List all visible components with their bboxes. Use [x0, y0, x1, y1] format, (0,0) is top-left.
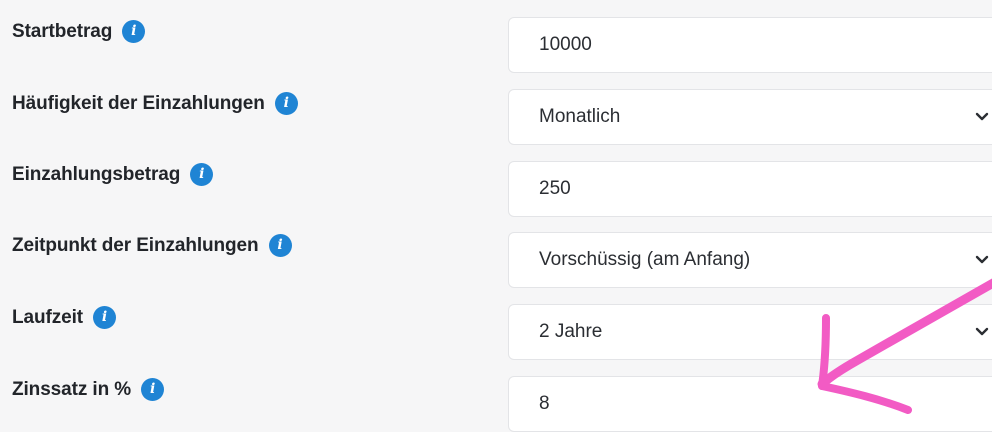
haeufigkeit-label: Häufigkeit der Einzahlungen i	[12, 92, 298, 115]
laufzeit-select[interactable]: 2 Jahre	[508, 304, 992, 360]
startbetrag-value: 10000	[539, 34, 592, 55]
info-icon[interactable]: i	[274, 92, 298, 115]
haeufigkeit-select[interactable]: Monatlich	[508, 89, 992, 145]
chevron-down-icon	[975, 255, 989, 264]
zeitpunkt-label: Zeitpunkt der Einzahlungen i	[12, 234, 292, 257]
startbetrag-label: Startbetrag i	[12, 20, 146, 43]
zinssatz-value: 8	[539, 393, 550, 414]
zeitpunkt-select[interactable]: Vorschüssig (am Anfang)	[508, 232, 992, 288]
einzahlungsbetrag-input[interactable]: 250	[508, 161, 992, 217]
einzahlungsbetrag-label: Einzahlungsbetrag i	[12, 163, 214, 186]
info-icon[interactable]: i	[92, 306, 116, 329]
einzahlungsbetrag-value: 250	[539, 178, 571, 199]
laufzeit-selected-value: 2 Jahre	[539, 321, 603, 342]
chevron-down-icon	[975, 327, 989, 336]
info-icon[interactable]: i	[268, 234, 292, 257]
zinssatz-label: Zinssatz in % i	[12, 378, 165, 401]
startbetrag-input[interactable]: 10000	[508, 17, 992, 73]
chevron-down-icon	[975, 112, 989, 121]
zinssatz-input[interactable]: 8	[508, 376, 992, 432]
laufzeit-label: Laufzeit i	[12, 306, 116, 329]
zeitpunkt-selected-value: Vorschüssig (am Anfang)	[539, 249, 751, 270]
info-icon[interactable]: i	[141, 378, 165, 401]
haeufigkeit-selected-value: Monatlich	[539, 106, 621, 127]
info-icon[interactable]: i	[122, 20, 146, 43]
info-icon[interactable]: i	[190, 163, 214, 186]
